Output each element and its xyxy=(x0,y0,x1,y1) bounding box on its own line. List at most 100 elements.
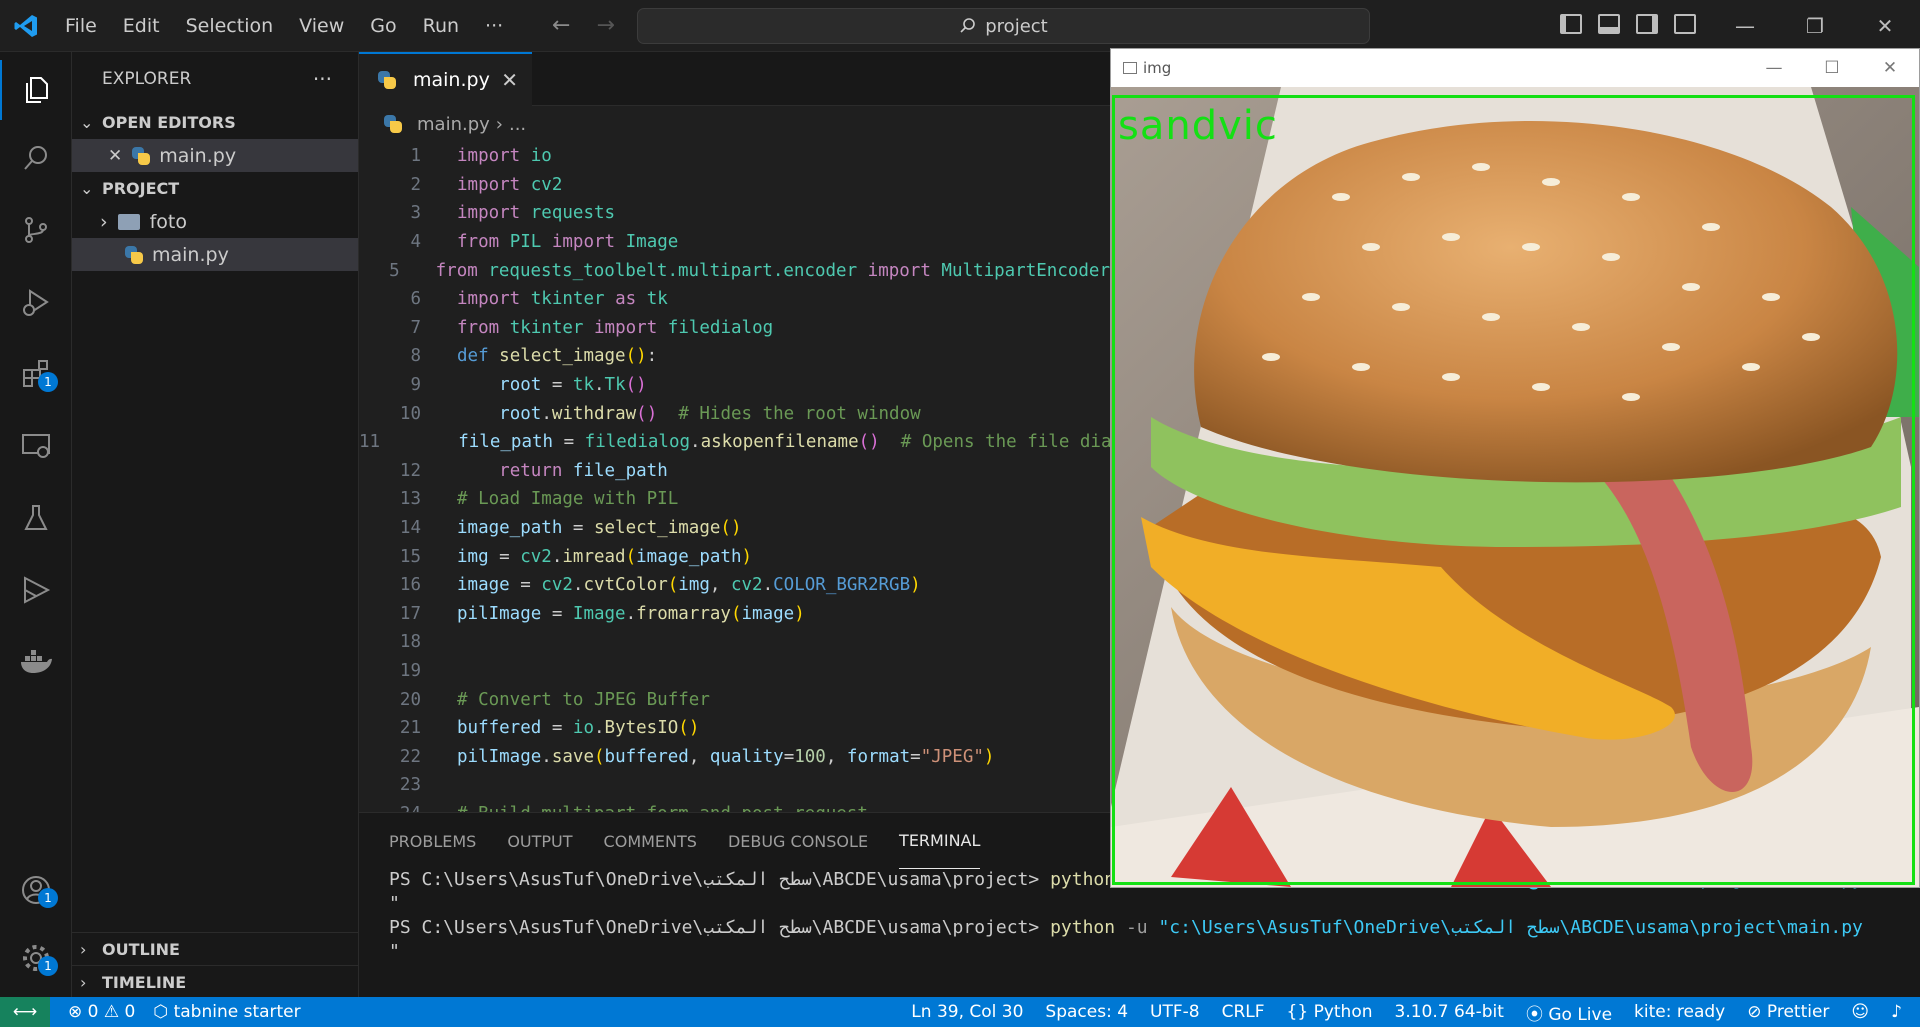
toggle-secondary-sidebar-icon[interactable] xyxy=(1636,14,1658,34)
tree-item-foto[interactable]: › foto xyxy=(72,205,358,238)
python-file-icon xyxy=(124,245,144,265)
code-line[interactable]: 9 root = tk.Tk() xyxy=(359,371,1110,400)
code-line[interactable]: 19 xyxy=(359,657,1110,686)
extensions-icon[interactable]: 1 xyxy=(0,344,72,404)
open-editors-section[interactable]: ⌄ OPEN EDITORS xyxy=(72,106,358,139)
toggle-panel-icon[interactable] xyxy=(1598,14,1620,34)
feedback-icon[interactable]: ☺ xyxy=(1851,1002,1869,1022)
cmake-icon[interactable] xyxy=(0,560,72,620)
code-line[interactable]: 22 pilImage.save(buffered, quality=100, f… xyxy=(359,742,1110,771)
panel-tab-output[interactable]: OUTPUT xyxy=(507,813,572,869)
tab-main-py[interactable]: main.py ✕ xyxy=(359,52,532,106)
menu-bar: File Edit Selection View Go Run ··· xyxy=(52,0,516,52)
code-line[interactable]: 8 def select_image(): xyxy=(359,342,1110,371)
testing-icon[interactable] xyxy=(0,488,72,548)
run-debug-icon[interactable] xyxy=(0,272,72,332)
opencv-image-window[interactable]: img — ☐ ✕ sandvic xyxy=(1110,48,1920,888)
command-center-search[interactable]: project xyxy=(637,8,1370,44)
code-line[interactable]: 21 buffered = io.BytesIO() xyxy=(359,714,1110,743)
back-arrow-icon[interactable]: ← xyxy=(552,13,570,38)
kite-status[interactable]: kite: ready xyxy=(1634,1002,1725,1022)
line-number: 6 xyxy=(410,289,421,310)
panel-tab-debug-console[interactable]: DEBUG CONSOLE xyxy=(728,813,868,869)
menu-more[interactable]: ··· xyxy=(472,15,516,37)
code-line[interactable]: 12 return file_path xyxy=(359,457,1110,486)
docker-icon[interactable] xyxy=(0,632,72,692)
notifications-bell-icon[interactable]: ♪ xyxy=(1891,1002,1902,1022)
menu-go[interactable]: Go xyxy=(357,15,409,37)
manage-gear-icon[interactable]: 1 xyxy=(0,928,72,988)
code-line[interactable]: 10 root.withdraw() # Hides the root wind… xyxy=(359,399,1110,428)
language-label: Python xyxy=(1313,1002,1373,1022)
code-line[interactable]: 4 from PIL import Image xyxy=(359,228,1110,257)
go-live-button[interactable]: ⦿ Go Live xyxy=(1526,1000,1612,1025)
tree-item-main-py[interactable]: main.py xyxy=(72,238,358,271)
problems-status[interactable]: ⊗ 0 ⚠ 0 xyxy=(68,1002,135,1022)
encoding-status[interactable]: UTF-8 xyxy=(1150,1002,1200,1022)
close-icon[interactable]: ✕ xyxy=(108,146,122,166)
accounts-icon[interactable]: 1 xyxy=(0,860,72,920)
cursor-position[interactable]: Ln 39, Col 30 xyxy=(911,1002,1023,1022)
eol-status[interactable]: CRLF xyxy=(1222,1002,1265,1022)
line-number: 8 xyxy=(410,346,421,367)
restore-window-icon[interactable]: ❐ xyxy=(1780,0,1850,52)
code-line[interactable]: 16 image = cv2.cvtColor(img, cv2.COLOR_BG… xyxy=(359,571,1110,600)
image-maximize-icon[interactable]: ☐ xyxy=(1803,49,1861,87)
menu-selection[interactable]: Selection xyxy=(173,15,287,37)
tab-label: main.py xyxy=(413,69,490,91)
panel-tab-problems[interactable]: PROBLEMS xyxy=(389,813,476,869)
breadcrumb-symbols[interactable]: ... xyxy=(509,114,526,135)
code-line[interactable]: 24# Build multipart form and post reques… xyxy=(359,800,1110,812)
menu-edit[interactable]: Edit xyxy=(110,15,173,37)
line-number: 2 xyxy=(410,174,421,195)
close-window-icon[interactable]: ✕ xyxy=(1850,0,1920,52)
breadcrumb-file[interactable]: main.py xyxy=(417,114,490,135)
code-line[interactable]: 5 from requests_toolbelt.multipart.encode… xyxy=(359,256,1110,285)
code-line[interactable]: 6 import tkinter as tk xyxy=(359,285,1110,314)
image-minimize-icon[interactable]: — xyxy=(1745,49,1803,87)
close-tab-icon[interactable]: ✕ xyxy=(501,68,518,92)
customize-layout-icon[interactable] xyxy=(1674,14,1696,34)
code-line[interactable]: 7 from tkinter import filedialog xyxy=(359,314,1110,343)
code-line[interactable]: 18 xyxy=(359,628,1110,657)
menu-run[interactable]: Run xyxy=(410,15,472,37)
code-text: import requests xyxy=(457,203,616,224)
code-line[interactable]: 14 image_path = select_image() xyxy=(359,514,1110,543)
code-line[interactable]: 23 xyxy=(359,771,1110,800)
menu-view[interactable]: View xyxy=(286,15,357,37)
prettier-status[interactable]: ⊘ Prettier xyxy=(1747,1002,1829,1022)
code-text: root.withdraw() # Hides the root window xyxy=(499,403,921,424)
line-number: 4 xyxy=(410,232,421,253)
explorer-more-icon[interactable]: ··· xyxy=(313,67,332,91)
remote-explorer-icon[interactable] xyxy=(0,416,72,476)
toggle-primary-sidebar-icon[interactable] xyxy=(1560,14,1582,34)
outline-section[interactable]: › OUTLINE xyxy=(72,933,359,966)
language-mode[interactable]: {} Python xyxy=(1287,1002,1373,1022)
forward-arrow-icon[interactable]: → xyxy=(596,13,614,38)
code-line[interactable]: 3 import requests xyxy=(359,199,1110,228)
code-editor[interactable]: 1 import io 2 import cv2 3 import requests 4 fr… xyxy=(359,142,1110,812)
remote-indicator-icon[interactable]: ⟷ xyxy=(0,997,50,1027)
search-view-icon[interactable] xyxy=(0,128,72,188)
code-line[interactable]: 13 # Load Image with PIL xyxy=(359,485,1110,514)
menu-file[interactable]: File xyxy=(52,15,110,37)
python-interpreter[interactable]: 3.10.7 64-bit xyxy=(1395,1002,1504,1022)
tabnine-status[interactable]: ⬡ tabnine starter xyxy=(153,1002,300,1022)
indentation-status[interactable]: Spaces: 4 xyxy=(1045,1002,1128,1022)
image-close-icon[interactable]: ✕ xyxy=(1861,49,1919,87)
code-line[interactable]: 11 file_path = filedialog.askopenfilenam… xyxy=(359,428,1110,457)
code-line[interactable]: 17 pilImage = Image.fromarray(image) xyxy=(359,600,1110,629)
line-number: 7 xyxy=(410,317,421,338)
timeline-section[interactable]: › TIMELINE xyxy=(72,966,359,999)
code-line[interactable]: 2 import cv2 xyxy=(359,171,1110,200)
project-section[interactable]: ⌄ PROJECT xyxy=(72,172,358,205)
code-line[interactable]: 1 import io xyxy=(359,142,1110,171)
panel-tab-terminal[interactable]: TERMINAL xyxy=(899,813,981,869)
source-control-icon[interactable] xyxy=(0,200,72,260)
open-editor-item[interactable]: ✕ main.py xyxy=(72,139,358,172)
panel-tab-comments[interactable]: COMMENTS xyxy=(604,813,697,869)
code-line[interactable]: 20 # Convert to JPEG Buffer xyxy=(359,685,1110,714)
code-line[interactable]: 15 img = cv2.imread(image_path) xyxy=(359,542,1110,571)
minimize-window-icon[interactable]: — xyxy=(1710,0,1780,52)
explorer-icon[interactable] xyxy=(0,60,72,120)
